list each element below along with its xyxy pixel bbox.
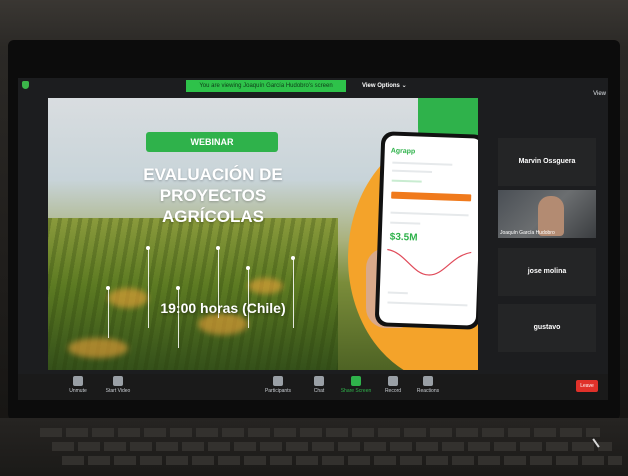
microphone-icon — [73, 376, 83, 386]
participants-icon — [273, 376, 283, 386]
unmute-label: Unmute — [69, 388, 87, 394]
participant-name: jose molina — [527, 268, 567, 275]
record-button[interactable]: Record — [373, 376, 413, 394]
participant-tile[interactable]: gustavo — [498, 304, 596, 352]
screen-share-banner: You are viewing Joaquín García Hudobro's… — [186, 80, 346, 92]
shared-slide: WEBINAR EVALUACIÓN DE PROYECTOS AGRÍCOLA… — [48, 98, 478, 370]
share-screen-button[interactable]: Share Screen — [336, 376, 376, 394]
phone-app-logo: Agrapp — [390, 147, 416, 156]
network-line — [293, 258, 294, 328]
phone-value: $3.5M — [389, 231, 418, 244]
webinar-badge: WEBINAR — [146, 132, 278, 152]
phone-text-line — [391, 179, 422, 183]
participant-name: gustavo — [533, 324, 561, 331]
laptop-keyboard — [0, 418, 628, 476]
network-node — [216, 246, 220, 250]
phone-text-line — [387, 291, 408, 295]
network-line — [248, 268, 249, 328]
participant-gallery: Marvin Ossguera Joaquín García Hudobro j… — [498, 138, 596, 358]
phone-line-chart — [387, 248, 472, 276]
reactions-label: Reactions — [416, 388, 440, 394]
record-icon — [388, 376, 398, 386]
participant-name: Joaquín García Hudobro — [500, 230, 555, 236]
shield-icon — [22, 81, 29, 89]
zoom-window: You are viewing Joaquín García Hudobro's… — [18, 78, 608, 400]
phone-text-line — [390, 211, 469, 217]
network-node — [106, 286, 110, 290]
participants-button[interactable]: Participants — [258, 376, 298, 394]
phone-text-line — [392, 169, 433, 174]
key-row — [52, 442, 612, 451]
participant-tile[interactable]: Marvin Ossguera — [498, 138, 596, 186]
participants-label: Participants — [264, 388, 292, 394]
phone-text-line — [390, 221, 421, 225]
start-video-button[interactable]: Start Video — [98, 376, 138, 394]
phone-mockup: Agrapp $3.5M — [374, 131, 478, 330]
participant-tile[interactable]: jose molina — [498, 248, 596, 296]
field-glow — [248, 278, 283, 294]
key-row — [62, 456, 622, 465]
chat-icon — [314, 376, 324, 386]
phone-text-line — [392, 161, 453, 166]
view-options-button[interactable]: View Options ⌄ — [358, 80, 411, 92]
chat-label: Chat — [313, 388, 325, 394]
start-video-label: Start Video — [105, 388, 131, 394]
field-glow — [198, 313, 248, 335]
phone-text-line — [387, 301, 468, 307]
participant-name: Marvin Ossguera — [518, 158, 576, 165]
record-label: Record — [384, 388, 402, 394]
video-camera-icon — [113, 376, 123, 386]
share-screen-icon — [351, 376, 361, 386]
network-node — [246, 266, 250, 270]
phone-orange-bar — [391, 191, 472, 202]
crop-field-photo — [48, 218, 338, 370]
leave-button[interactable]: Leave — [576, 380, 598, 392]
network-node — [146, 246, 150, 250]
share-screen-label: Share Screen — [340, 388, 372, 394]
participant-video-tile[interactable]: Joaquín García Hudobro — [498, 190, 596, 238]
slide-time: 19:00 horas (Chile) — [160, 300, 286, 316]
network-node — [291, 256, 295, 260]
chat-button[interactable]: Chat — [299, 376, 339, 394]
network-line — [178, 288, 179, 348]
network-line — [108, 288, 109, 338]
reactions-icon — [423, 376, 433, 386]
network-node — [176, 286, 180, 290]
key-row — [40, 428, 600, 437]
field-glow — [68, 338, 128, 358]
view-toggle[interactable]: View — [593, 91, 606, 97]
slide-title: EVALUACIÓN DE PROYECTOS AGRÍCOLAS — [143, 165, 283, 226]
unmute-button[interactable]: Unmute — [58, 376, 98, 394]
phone-screen: Agrapp $3.5M — [378, 135, 478, 326]
reactions-button[interactable]: Reactions — [408, 376, 448, 394]
network-line — [148, 248, 149, 328]
meeting-toolbar: Unmute Start Video Participants Chat Sha… — [18, 374, 608, 400]
